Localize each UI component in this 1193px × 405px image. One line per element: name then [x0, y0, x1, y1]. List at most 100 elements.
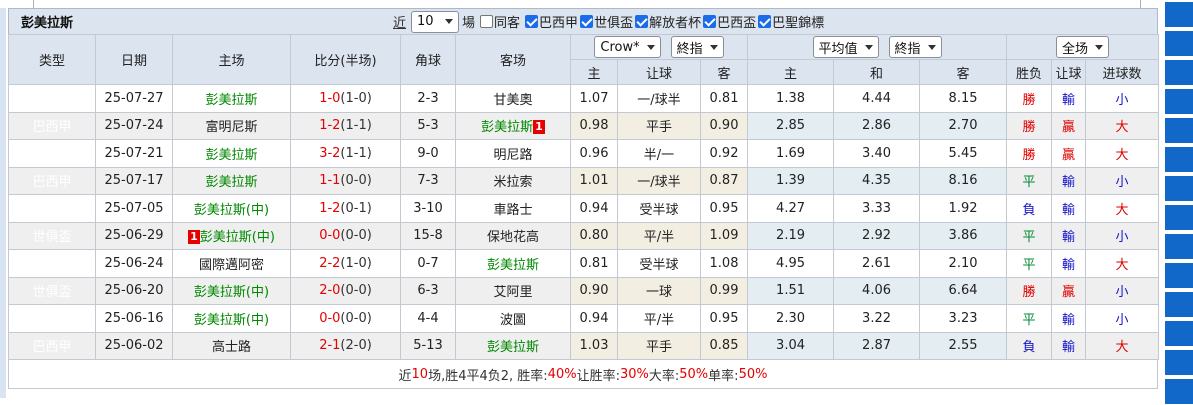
- same-opponent-checkbox[interactable]: [480, 15, 494, 28]
- league-checkbox-2[interactable]: [635, 15, 649, 28]
- live-badge: 1: [533, 120, 545, 135]
- team-name[interactable]: 富明尼斯: [205, 120, 257, 135]
- team-name[interactable]: 艾阿里: [493, 285, 532, 300]
- team-name[interactable]: 彭美拉斯(中): [194, 313, 269, 328]
- handicap-home-odds: 0.90: [570, 276, 618, 305]
- handicap-result-cell: 贏: [1051, 139, 1087, 168]
- scope-select[interactable]: 全场: [1056, 36, 1110, 58]
- subheader-avg-draw: 和: [833, 59, 921, 85]
- avg-home-odds: 3.04: [747, 331, 835, 360]
- subheader-goals-result: 进球数: [1085, 59, 1160, 85]
- subheader-handicap-line: 让球: [617, 59, 701, 85]
- handicap-home-odds: 0.80: [570, 221, 618, 250]
- chevron-down-icon: [927, 44, 936, 50]
- avg-away-odds: 2.10: [919, 249, 1008, 278]
- live-badge: 1: [188, 230, 200, 245]
- team-name[interactable]: 車路士: [493, 203, 532, 218]
- handicap-result-cell: 輸: [1051, 304, 1087, 333]
- team-name[interactable]: 彭美拉斯: [205, 93, 257, 108]
- handicap-away-odds: 0.87: [699, 166, 749, 195]
- handicap-home-odds: 1.01: [570, 166, 618, 195]
- panel-titlebar: 彭美拉斯 近 10 場 同客 巴西甲 世俱盃 解放者杯 巴西盃 巴聖錦標: [8, 8, 1158, 34]
- page-artifact-line: [1140, 0, 1141, 8]
- home-cell: 富明尼斯: [172, 111, 291, 140]
- league-label: 世俱盃: [594, 16, 634, 31]
- avg-home-odds: 2.85: [747, 111, 835, 140]
- scope-select-cell: 全场: [1006, 34, 1160, 60]
- league-checkbox-0[interactable]: [525, 15, 539, 28]
- page-artifact-line: [33, 0, 34, 8]
- recent-matches-panel: 彭美拉斯 近 10 場 同客 巴西甲 世俱盃 解放者杯 巴西盃 巴聖錦標 类型 …: [8, 8, 1160, 389]
- date-cell: 25-06-20: [95, 276, 173, 305]
- corners-cell: 7-3: [400, 166, 456, 195]
- score-cell: 1-2(0-1): [290, 194, 401, 223]
- score-cell: 2-1(2-0): [290, 331, 401, 360]
- team-name[interactable]: 明尼路: [493, 148, 532, 163]
- bookmaker-time-select[interactable]: 終指: [670, 36, 724, 58]
- avg-away-odds: 5.45: [919, 139, 1008, 168]
- table-row: 巴西甲 25-06-02 高士路 2-1(2-0) 5-13 彭美拉斯 1.03 平手 0.85…: [8, 331, 1160, 360]
- team-name[interactable]: 甘美奧: [493, 93, 532, 108]
- handicap-line: 平/半: [617, 304, 701, 333]
- handicap-result-cell: 輸: [1051, 194, 1087, 223]
- league-cell: 巴西甲: [8, 331, 96, 360]
- adjacent-panel-block: [1165, 31, 1193, 56]
- average-select[interactable]: 平均值: [812, 36, 879, 58]
- league-cell: 巴西甲: [8, 111, 96, 140]
- chevron-down-icon: [709, 44, 718, 50]
- handicap-away-odds: 1.09: [699, 221, 749, 250]
- league-checkbox-3[interactable]: [703, 15, 717, 28]
- handicap-away-odds: 0.95: [699, 194, 749, 223]
- team-name[interactable]: 彭美拉斯(中): [194, 285, 269, 300]
- recent-count-select[interactable]: 10: [411, 10, 460, 33]
- corners-cell: 3-10: [400, 194, 456, 223]
- team-name[interactable]: 彭美拉斯: [487, 340, 539, 355]
- team-name[interactable]: 波圖: [500, 313, 526, 328]
- home-cell: 彭美拉斯(中): [172, 304, 291, 333]
- team-name[interactable]: 米拉索: [493, 175, 532, 190]
- table-row: 巴西甲 25-07-24 富明尼斯 1-2(1-1) 5-3 彭美拉斯 1 0.98 平手 0.9…: [8, 111, 1160, 140]
- away-cell: 彭美拉斯: [455, 331, 571, 360]
- team-name[interactable]: 高士路: [212, 340, 251, 355]
- away-cell: 甘美奧: [455, 84, 571, 113]
- avg-draw-odds: 2.61: [833, 249, 921, 278]
- adjacent-panel-block: [1165, 205, 1193, 230]
- bookmaker-select[interactable]: Crow*: [594, 36, 661, 58]
- away-cell: 保地花高: [455, 221, 571, 250]
- league-checkbox-1[interactable]: [580, 15, 594, 28]
- goals-result-cell: 小: [1085, 166, 1160, 195]
- team-name[interactable]: 彭美拉斯: [487, 258, 539, 273]
- handicap-home-odds: 0.94: [570, 304, 618, 333]
- team-name[interactable]: 彭美拉斯(中): [194, 203, 269, 218]
- goals-result-cell: 小: [1085, 84, 1160, 113]
- away-cell: 波圖: [455, 304, 571, 333]
- league-cell: 巴西甲: [8, 84, 96, 113]
- handicap-result-cell: 贏: [1051, 276, 1087, 305]
- adjacent-panel-block: [1165, 234, 1193, 259]
- score-cell: 0-0(0-0): [290, 221, 401, 250]
- stats-summary: 近 10 场,胜4平4负2, 胜率: 40% 让胜率: 30% 大率: 50% 单率: 50…: [8, 360, 1158, 389]
- away-cell: 彭美拉斯 1: [455, 111, 571, 140]
- recent-link[interactable]: 近: [393, 12, 406, 31]
- handicap-result-cell: 輸: [1051, 166, 1087, 195]
- handicap-line: 一球: [617, 276, 701, 305]
- team-name[interactable]: 保地花高: [487, 230, 539, 245]
- team-name[interactable]: 彭美拉斯(中): [200, 230, 275, 245]
- result-cell: 平: [1006, 304, 1053, 333]
- league-cell: 世俱盃: [8, 194, 96, 223]
- team-name[interactable]: 國際邁阿密: [199, 258, 264, 273]
- team-title: 彭美拉斯: [21, 16, 74, 31]
- league-label: 解放者杯: [649, 16, 702, 31]
- league-label: 巴西盃: [717, 16, 757, 31]
- handicap-home-odds: 1.07: [570, 84, 618, 113]
- score-cell: 1-2(1-1): [290, 111, 401, 140]
- team-name[interactable]: 彭美拉斯: [481, 120, 533, 135]
- home-cell: 彭美拉斯(中): [172, 194, 291, 223]
- handicap-line: 半/一: [617, 139, 701, 168]
- league-checkbox-4[interactable]: [758, 15, 772, 28]
- summary-segment: 30%: [619, 366, 649, 382]
- average-time-select[interactable]: 終指: [888, 36, 942, 58]
- team-name[interactable]: 彭美拉斯: [205, 175, 257, 190]
- score-cell: 2-2(1-0): [290, 249, 401, 278]
- team-name[interactable]: 彭美拉斯: [205, 148, 257, 163]
